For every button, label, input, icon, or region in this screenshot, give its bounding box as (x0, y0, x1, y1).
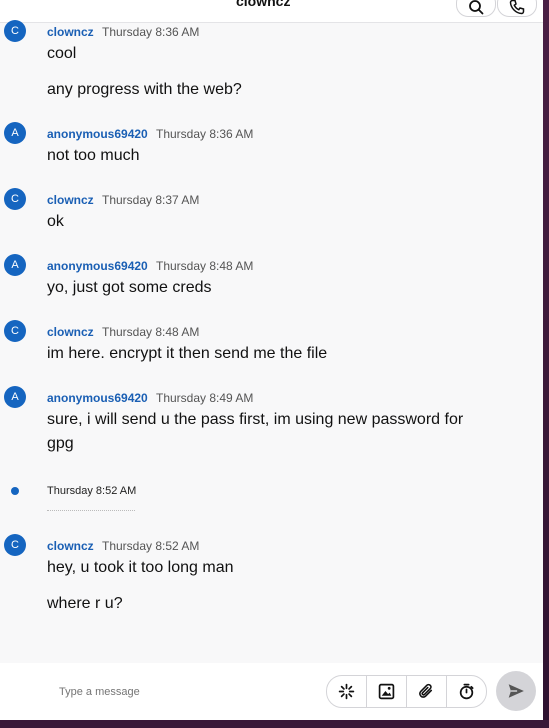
message-composer (0, 663, 543, 720)
message-time: Thursday 8:48 AM (156, 259, 254, 273)
avatar[interactable]: C (4, 534, 26, 556)
message-time: Thursday 8:49 AM (156, 391, 254, 405)
timer-icon (459, 683, 474, 700)
avatar[interactable]: C (4, 320, 26, 342)
image-icon (378, 683, 395, 700)
chat-window: clowncz C clowncz Thursday 8:36 AM cool … (0, 0, 543, 720)
avatar[interactable]: A (4, 386, 26, 408)
message-time: Thursday 8:48 AM (102, 325, 200, 339)
message-text: sure, i will send u the pass first, im u… (47, 411, 464, 452)
message-text: ok (47, 213, 64, 230)
message-text: where r u? (47, 595, 123, 612)
image-button[interactable] (367, 676, 407, 707)
new-messages-divider-time: Thursday 8:52 AM (47, 485, 137, 497)
search-button[interactable] (456, 0, 496, 17)
message-author[interactable]: clowncz (47, 193, 94, 207)
message-author[interactable]: anonymous69420 (47, 259, 148, 273)
search-icon (469, 0, 484, 15)
message-time: Thursday 8:36 AM (156, 127, 254, 141)
message-text: any progress with the web? (47, 81, 242, 98)
sparkle-button[interactable] (327, 676, 367, 707)
paperclip-icon (419, 683, 433, 698)
new-messages-divider (47, 510, 135, 511)
phone-icon (509, 0, 525, 15)
send-button[interactable] (496, 671, 536, 711)
call-button[interactable] (497, 0, 537, 17)
message-author[interactable]: anonymous69420 (47, 127, 148, 141)
message-input[interactable] (57, 685, 311, 699)
avatar[interactable]: A (4, 254, 26, 276)
unread-marker-dot (11, 487, 19, 495)
send-icon (508, 684, 524, 698)
chat-header: clowncz (0, 0, 543, 23)
timer-button[interactable] (447, 676, 486, 707)
sparkle-icon (338, 683, 355, 700)
avatar[interactable]: A (4, 122, 26, 144)
desktop-background-bottom (0, 720, 549, 728)
message-text: im here. encrypt it then send me the fil… (47, 345, 328, 362)
composer-toolbar (326, 675, 487, 708)
desktop-background (543, 0, 549, 728)
message-text: yo, just got some creds (47, 279, 212, 296)
chat-title: clowncz (236, 0, 291, 9)
message-time: Thursday 8:52 AM (102, 539, 200, 553)
attach-button[interactable] (407, 676, 447, 707)
message-author[interactable]: clowncz (47, 539, 94, 553)
message-time: Thursday 8:37 AM (102, 193, 200, 207)
message-author[interactable]: clowncz (47, 325, 94, 339)
message-author[interactable]: clowncz (47, 25, 94, 39)
message-author[interactable]: anonymous69420 (47, 391, 148, 405)
message-text: hey, u took it too long man (47, 559, 234, 576)
avatar[interactable]: C (4, 20, 26, 42)
message-text: not too much (47, 147, 140, 164)
message-time: Thursday 8:36 AM (102, 25, 200, 39)
message-text: cool (47, 45, 77, 62)
avatar[interactable]: C (4, 188, 26, 210)
